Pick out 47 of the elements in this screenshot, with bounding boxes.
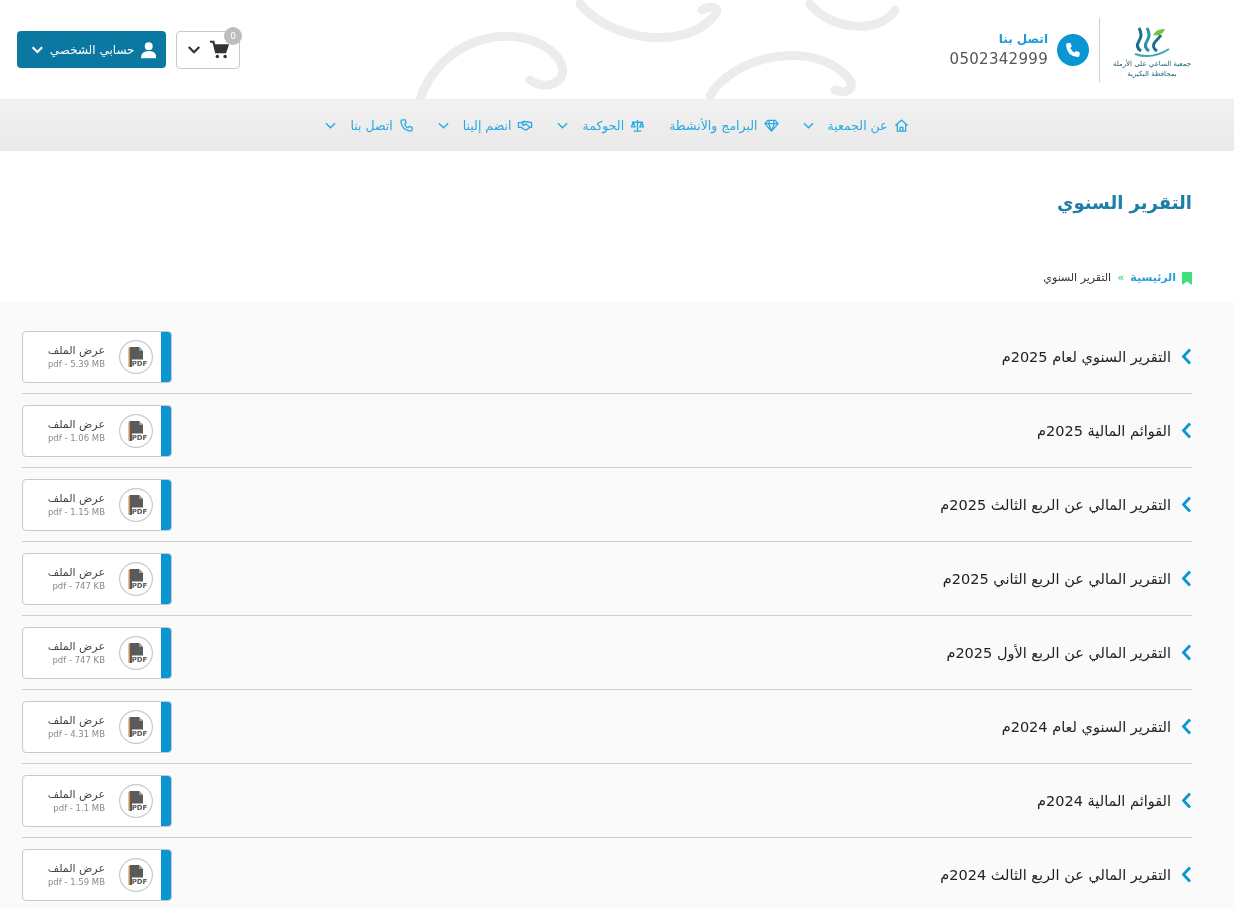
scale-icon: [630, 118, 646, 133]
chevron-left-icon: [1181, 866, 1192, 883]
diamond-icon: [763, 118, 779, 133]
phone-icon: [398, 118, 414, 133]
file-size-text: pdf - 5.39 MB: [47, 359, 105, 369]
chevron-left-icon: [1181, 348, 1192, 365]
chevron-down-icon: [31, 44, 44, 55]
chevron-left-icon: [1181, 718, 1192, 735]
report-title[interactable]: التقرير السنوي لعام 2025م: [1001, 348, 1171, 365]
chevron-left-icon: [1181, 570, 1192, 587]
report-title[interactable]: التقرير المالي عن الربع الثالث 2025م: [940, 496, 1171, 513]
file-size-text: pdf - 1.06 MB: [47, 433, 105, 443]
cart-count-badge: 0: [224, 26, 242, 45]
report-title[interactable]: التقرير المالي عن الربع الأول 2025م: [946, 644, 1171, 661]
handshake-icon: [517, 118, 534, 133]
chevron-left-icon: [1181, 644, 1192, 661]
file-size-text: pdf - 1.59 MB: [47, 877, 105, 887]
report-title[interactable]: التقرير السنوي لعام 2024م: [1001, 718, 1171, 735]
cart-icon: [208, 40, 230, 59]
breadcrumb-separator: »: [1117, 270, 1125, 286]
chevron-down-icon: [325, 122, 337, 129]
file-size-text: pdf - 4.31 MB: [47, 729, 105, 739]
breadcrumb-current: التقرير السنوي: [1043, 270, 1112, 286]
chevron-left-icon: [1181, 496, 1192, 513]
file-size-text: pdf - 1.15 MB: [47, 507, 105, 517]
report-title[interactable]: التقرير المالي عن الربع الثاني 2025م: [942, 570, 1171, 587]
report-title[interactable]: القوائم المالية 2025م: [1037, 422, 1171, 439]
file-size-text: pdf - 1.1 MB: [53, 803, 105, 813]
chevron-down-icon: [557, 122, 569, 129]
home-icon: [893, 118, 909, 133]
chevron-left-icon: [1181, 422, 1192, 439]
phone-number: 0502342999: [949, 49, 1048, 68]
account-button[interactable]: حسابي الشخصي: [17, 31, 166, 68]
report-title[interactable]: القوائم المالية 2024م: [1037, 792, 1171, 809]
cart-button[interactable]: [176, 30, 240, 69]
report-title[interactable]: التقرير المالي عن الربع الثالث 2024م: [940, 866, 1171, 883]
file-size-text: pdf - 747 KB: [52, 655, 105, 665]
chevron-left-icon: [1181, 792, 1192, 809]
user-icon: [140, 40, 156, 59]
chevron-down-icon: [437, 122, 449, 129]
chevron-down-icon: [186, 44, 201, 55]
phone-icon[interactable]: [1057, 33, 1089, 66]
file-size-text: pdf - 747 KB: [52, 581, 105, 591]
contact-label: اتصل بنا: [998, 31, 1048, 46]
chevron-down-icon: [802, 122, 814, 129]
page-title: التقرير السنوي: [1055, 191, 1192, 216]
bookmark-icon: [1182, 271, 1192, 285]
